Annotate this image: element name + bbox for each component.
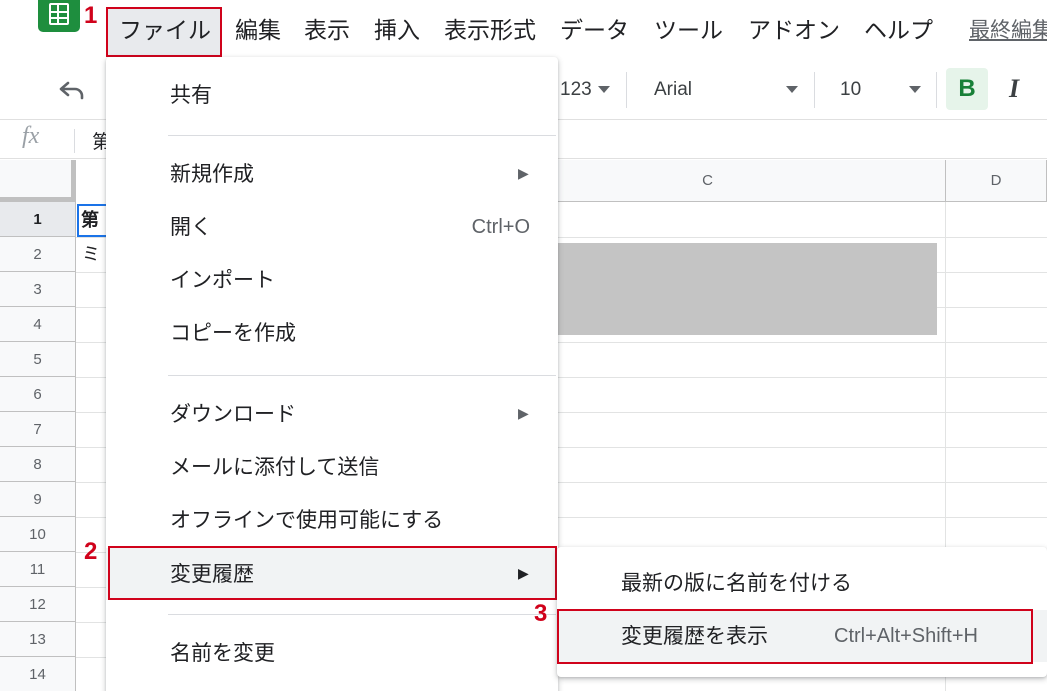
submenu-arrow-icon: ▶ bbox=[518, 166, 529, 182]
formula-divider bbox=[74, 129, 75, 153]
select-all-corner[interactable] bbox=[0, 160, 76, 202]
toolbar-divider bbox=[814, 72, 815, 108]
row-header[interactable]: 13 bbox=[0, 622, 76, 657]
menu-separator bbox=[168, 375, 556, 376]
menu-tools[interactable]: ツール bbox=[654, 14, 723, 48]
sheets-logo-icon[interactable] bbox=[38, 0, 80, 32]
row-header[interactable]: 10 bbox=[0, 517, 76, 552]
menu-format[interactable]: 表示形式 bbox=[444, 14, 536, 48]
menu-bar: ファイル 編集 表示 挿入 表示形式 データ ツール アドオン ヘルプ 最終編集 bbox=[0, 0, 1047, 60]
menu-item-email-attachment[interactable]: メールに添付して送信 bbox=[106, 441, 558, 493]
row-header[interactable]: 14 bbox=[0, 657, 76, 691]
menu-item-open[interactable]: 開く Ctrl+O bbox=[106, 201, 558, 253]
shortcut-label: Ctrl+O bbox=[471, 216, 530, 238]
row-header[interactable]: 5 bbox=[0, 342, 76, 377]
menu-item-label: 名前を変更 bbox=[170, 641, 275, 665]
row-header[interactable]: 11 bbox=[0, 552, 76, 587]
menu-item-new[interactable]: 新規作成 ▶ bbox=[106, 148, 558, 200]
row-header[interactable]: 7 bbox=[0, 412, 76, 447]
menu-item-label: コピーを作成 bbox=[170, 321, 296, 345]
menu-item-download[interactable]: ダウンロード ▶ bbox=[106, 388, 558, 440]
menu-separator bbox=[168, 135, 556, 136]
row-header[interactable]: 1 bbox=[0, 202, 76, 237]
font-size-select[interactable]: 10 bbox=[840, 76, 861, 104]
cell-a1[interactable]: 第 bbox=[77, 204, 109, 237]
font-caret-icon bbox=[786, 86, 798, 93]
menu-edit[interactable]: 編集 bbox=[235, 14, 281, 48]
number-format-button[interactable]: 123 bbox=[560, 76, 592, 104]
number-format-caret-icon bbox=[598, 86, 610, 93]
font-select[interactable]: Arial bbox=[654, 76, 692, 104]
row-header[interactable]: 9 bbox=[0, 482, 76, 517]
undo-icon[interactable] bbox=[56, 78, 88, 102]
menu-item-label: オフラインで使用可能にする bbox=[170, 508, 444, 532]
menu-view[interactable]: 表示 bbox=[304, 14, 350, 48]
row-header[interactable]: 3 bbox=[0, 272, 76, 307]
submenu-arrow-icon: ▶ bbox=[518, 406, 529, 422]
step-2-marker: 2 bbox=[84, 538, 98, 565]
menu-file[interactable]: ファイル bbox=[119, 14, 211, 48]
menu-item-label: ダウンロード bbox=[170, 402, 296, 426]
font-size-caret-icon bbox=[909, 86, 921, 93]
menu-data[interactable]: データ bbox=[560, 14, 629, 48]
menu-item-share[interactable]: 共有 bbox=[106, 69, 558, 121]
menu-item-label: 共有 bbox=[170, 83, 212, 107]
menu-addons[interactable]: アドオン bbox=[748, 14, 840, 48]
step-3-marker: 3 bbox=[534, 600, 548, 627]
bold-button[interactable]: B bbox=[946, 68, 988, 110]
column-header-d[interactable]: D bbox=[946, 160, 1047, 202]
cell-a2[interactable]: ミ bbox=[82, 240, 108, 270]
italic-button[interactable]: I bbox=[996, 68, 1032, 110]
row-header[interactable]: 6 bbox=[0, 377, 76, 412]
menu-item-label: 開く bbox=[170, 215, 212, 239]
menu-item-name-current-version[interactable]: 最新の版に名前を付ける bbox=[557, 557, 1047, 609]
step-1-marker: 1 bbox=[84, 2, 98, 29]
toolbar-divider bbox=[626, 72, 627, 108]
toolbar-divider bbox=[936, 72, 937, 108]
menu-item-import[interactable]: インポート bbox=[106, 254, 558, 306]
row-header[interactable]: 4 bbox=[0, 307, 76, 342]
see-history-highlight bbox=[557, 609, 1033, 664]
menu-item-make-copy[interactable]: コピーを作成 bbox=[106, 307, 558, 359]
menu-item-label: インポート bbox=[170, 268, 275, 292]
row-header[interactable]: 12 bbox=[0, 587, 76, 622]
menu-separator bbox=[168, 614, 556, 615]
menu-item-offline[interactable]: オフラインで使用可能にする bbox=[106, 494, 558, 546]
row-header[interactable]: 8 bbox=[0, 447, 76, 482]
menu-item-label: メールに添付して送信 bbox=[170, 455, 380, 479]
fx-icon: fx bbox=[22, 123, 40, 149]
menu-item-rename[interactable]: 名前を変更 bbox=[106, 627, 558, 679]
menu-item-label: 最新の版に名前を付ける bbox=[621, 571, 852, 595]
menu-help[interactable]: ヘルプ bbox=[864, 14, 933, 48]
version-history-highlight bbox=[108, 546, 557, 600]
menu-item-label: 新規作成 bbox=[170, 162, 254, 186]
last-edit-link[interactable]: 最終編集 bbox=[969, 14, 1047, 44]
gray-image-block bbox=[558, 243, 937, 335]
row-header[interactable]: 2 bbox=[0, 237, 76, 272]
menu-insert[interactable]: 挿入 bbox=[374, 14, 420, 48]
